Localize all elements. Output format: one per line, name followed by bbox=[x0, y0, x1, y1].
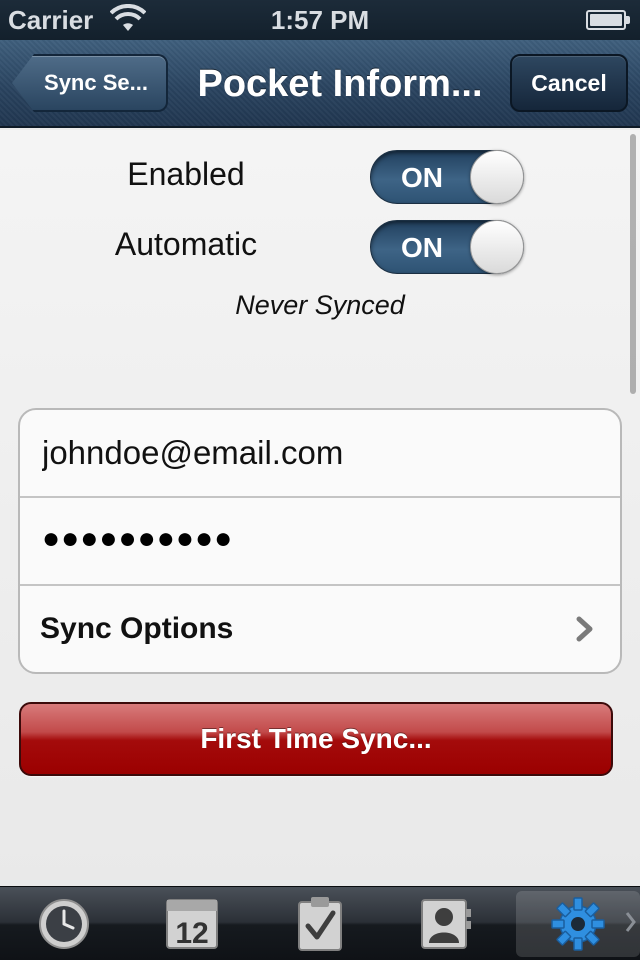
tab-contacts[interactable] bbox=[384, 891, 508, 957]
page-title: Pocket Inform... bbox=[197, 63, 483, 105]
tab-calendar[interactable]: 12 bbox=[130, 891, 254, 957]
calendar-icon: 12 bbox=[166, 899, 218, 950]
switch-knob bbox=[470, 150, 524, 204]
clock-time: 1:57 PM bbox=[270, 5, 370, 35]
navigation-bar: Sync Se... Pocket Inform... Cancel bbox=[0, 40, 640, 128]
more-tabs-arrow-icon[interactable] bbox=[624, 907, 638, 937]
email-cell[interactable] bbox=[20, 410, 620, 498]
enabled-row: Enabled ON bbox=[0, 140, 640, 210]
sync-options-label: Sync Options bbox=[40, 612, 234, 645]
settings-content[interactable]: Enabled ON Automatic ON Never Synced ●●●… bbox=[0, 130, 640, 886]
account-group: ●●●●●●●●●● Sync Options bbox=[18, 408, 622, 674]
tab-clock[interactable] bbox=[2, 891, 126, 957]
first-time-sync-button[interactable]: First Time Sync... bbox=[19, 702, 613, 776]
automatic-switch[interactable]: ON bbox=[370, 220, 524, 274]
status-bar: Carrier 1:57 PM bbox=[0, 0, 640, 40]
tab-settings[interactable] bbox=[516, 891, 640, 957]
sync-options-row[interactable]: Sync Options bbox=[20, 586, 620, 672]
calendar-day: 12 bbox=[175, 917, 208, 950]
tasks-icon bbox=[298, 897, 342, 951]
chevron-right-icon bbox=[576, 616, 593, 642]
clock-icon bbox=[39, 899, 89, 949]
tab-tasks[interactable] bbox=[258, 891, 382, 957]
back-button[interactable]: Sync Se... bbox=[12, 54, 168, 112]
settings-gear-icon bbox=[551, 897, 605, 951]
enabled-switch[interactable]: ON bbox=[370, 150, 524, 204]
password-cell[interactable]: ●●●●●●●●●● bbox=[20, 498, 620, 586]
battery-icon bbox=[586, 10, 630, 30]
automatic-label: Automatic bbox=[114, 226, 258, 262]
cancel-button[interactable]: Cancel bbox=[510, 54, 628, 112]
contacts-icon bbox=[421, 899, 471, 949]
email-field[interactable] bbox=[42, 428, 582, 478]
sync-status: Never Synced bbox=[235, 290, 405, 320]
automatic-row: Automatic ON bbox=[0, 210, 640, 280]
tab-bar: 12 bbox=[0, 886, 640, 960]
enabled-label: Enabled bbox=[127, 156, 245, 192]
enabled-switch-state: ON bbox=[401, 162, 443, 193]
switch-knob bbox=[470, 220, 524, 274]
password-field[interactable]: ●●●●●●●●●● bbox=[42, 522, 233, 556]
automatic-switch-state: ON bbox=[401, 232, 443, 263]
